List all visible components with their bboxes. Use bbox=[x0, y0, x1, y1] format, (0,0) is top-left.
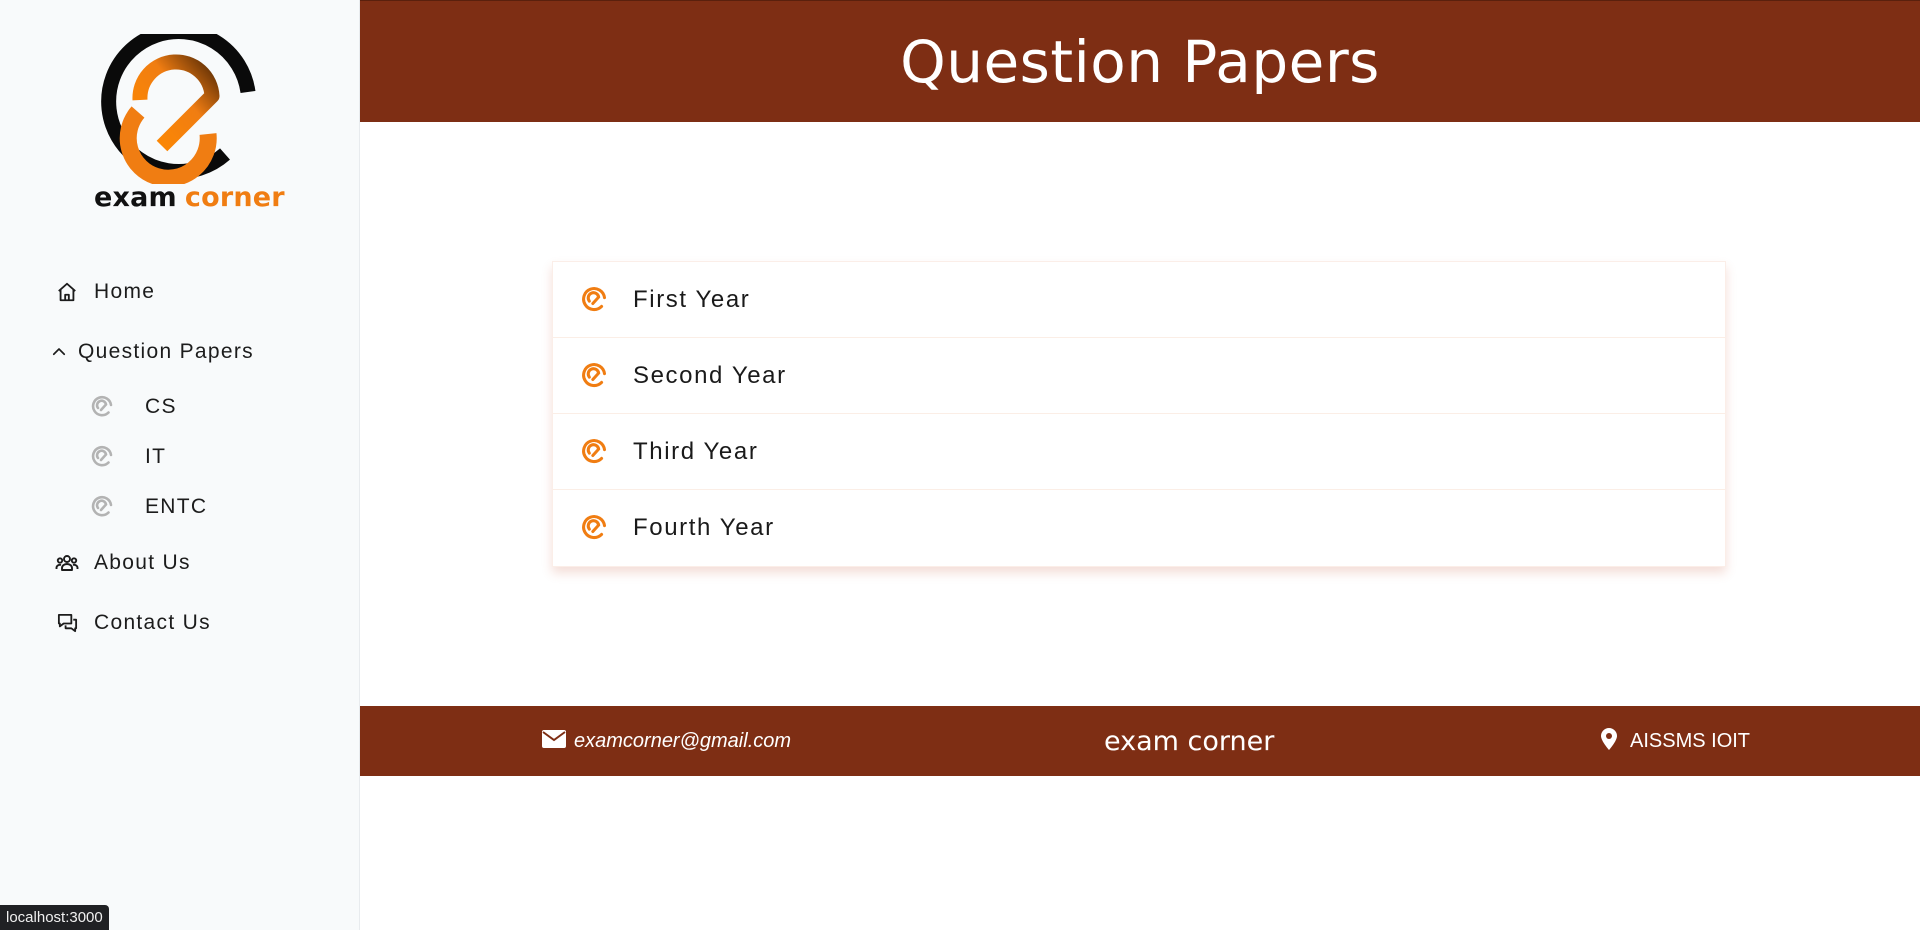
sidebar-item-label: CS bbox=[145, 395, 177, 418]
sidebar-item-label: IT bbox=[145, 445, 167, 468]
logo-text: exam corner bbox=[94, 182, 285, 213]
logo-word-exam: exam bbox=[94, 182, 177, 213]
sidebar-item-entc[interactable]: ENTC bbox=[89, 494, 207, 520]
sidebar-item-label: Question Papers bbox=[78, 340, 254, 363]
e-logo-icon bbox=[579, 285, 609, 315]
sidebar-item-question-papers[interactable]: Question Papers bbox=[46, 339, 254, 365]
sidebar-item-label: ENTC bbox=[145, 495, 208, 518]
chat-icon bbox=[54, 610, 80, 636]
sidebar-item-home[interactable]: Home bbox=[54, 279, 155, 305]
sidebar-item-label: Home bbox=[94, 280, 156, 303]
sidebar-item-cs[interactable]: CS bbox=[89, 394, 177, 420]
list-item-third-year[interactable]: Third Year bbox=[553, 414, 1725, 490]
chevron-up-icon bbox=[46, 339, 72, 365]
home-icon bbox=[54, 279, 80, 305]
sidebar-item-label: About Us bbox=[94, 551, 191, 574]
sidebar-item-about-us[interactable]: About Us bbox=[54, 550, 191, 576]
page-header: Question Papers bbox=[360, 0, 1920, 122]
list-item-second-year[interactable]: Second Year bbox=[553, 338, 1725, 414]
map-pin-icon bbox=[1600, 727, 1618, 755]
list-item-label: Third Year bbox=[633, 437, 759, 465]
footer-email-text: examcorner@gmail.com bbox=[574, 729, 792, 752]
envelope-icon bbox=[542, 729, 566, 753]
logo-word-corner: corner bbox=[184, 182, 285, 213]
footer-location-text: AISSMS IOIT bbox=[1630, 729, 1751, 752]
e-logo-icon bbox=[579, 437, 609, 467]
sidebar-item-it[interactable]: IT bbox=[89, 444, 166, 470]
e-logo-icon bbox=[89, 494, 115, 520]
sidebar-item-contact-us[interactable]: Contact Us bbox=[54, 610, 211, 636]
users-icon bbox=[54, 550, 80, 576]
list-item-label: First Year bbox=[633, 285, 751, 313]
sidebar: exam corner Home Question Papers CS IT E… bbox=[0, 0, 360, 930]
e-logo-icon bbox=[579, 513, 609, 543]
year-list: First Year Second Year Third Year Fourth… bbox=[552, 261, 1726, 567]
list-item-first-year[interactable]: First Year bbox=[553, 262, 1725, 338]
browser-status-bar: localhost:3000 bbox=[0, 905, 109, 930]
list-item-label: Fourth Year bbox=[633, 514, 775, 541]
footer-email[interactable]: examcorner@gmail.com bbox=[542, 706, 791, 776]
e-logo-icon bbox=[89, 444, 115, 470]
footer-brand: exam corner bbox=[1104, 725, 1275, 757]
footer-location: AISSMS IOIT bbox=[1600, 706, 1750, 776]
logo-mark-icon bbox=[101, 34, 256, 184]
sidebar-item-label: Contact Us bbox=[94, 611, 211, 634]
e-logo-icon bbox=[579, 361, 609, 391]
e-logo-icon bbox=[89, 394, 115, 420]
exam-corner-logo[interactable]: exam corner bbox=[86, 30, 286, 220]
page-title: Question Papers bbox=[900, 27, 1380, 96]
list-item-fourth-year[interactable]: Fourth Year bbox=[553, 490, 1725, 566]
list-item-label: Second Year bbox=[633, 361, 787, 389]
page-footer: examcorner@gmail.com exam corner AISSMS … bbox=[360, 706, 1920, 776]
